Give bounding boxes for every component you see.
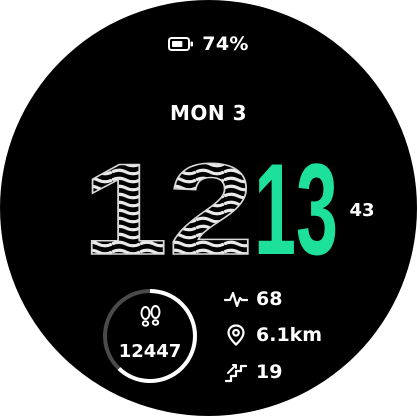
floors-value: 19: [256, 361, 283, 383]
stairs-icon: [224, 364, 248, 383]
floors-stat[interactable]: 19: [224, 360, 282, 384]
distance-value: 6.1km: [256, 324, 323, 346]
steps-progress-ring: [103, 289, 197, 383]
seconds-digits: 43: [349, 200, 374, 221]
minutes-digits: 13: [254, 136, 338, 282]
steps-count: 12447: [118, 341, 182, 362]
location-pin-icon: [227, 324, 245, 346]
heart-rate-value: 68: [256, 288, 283, 310]
hours-digits: 12: [82, 136, 254, 282]
footsteps-icon: [140, 305, 161, 327]
watch-face: 74% MON 3 12 13 43 12447 68 6.1km 19: [0, 0, 417, 416]
heart-rate-icon: [224, 291, 248, 308]
heart-rate-stat[interactable]: 68: [224, 287, 282, 311]
time-display: 12 13 43: [81, 135, 374, 283]
distance-stat[interactable]: 6.1km: [224, 323, 322, 347]
steps-widget[interactable]: 12447: [101, 287, 199, 385]
